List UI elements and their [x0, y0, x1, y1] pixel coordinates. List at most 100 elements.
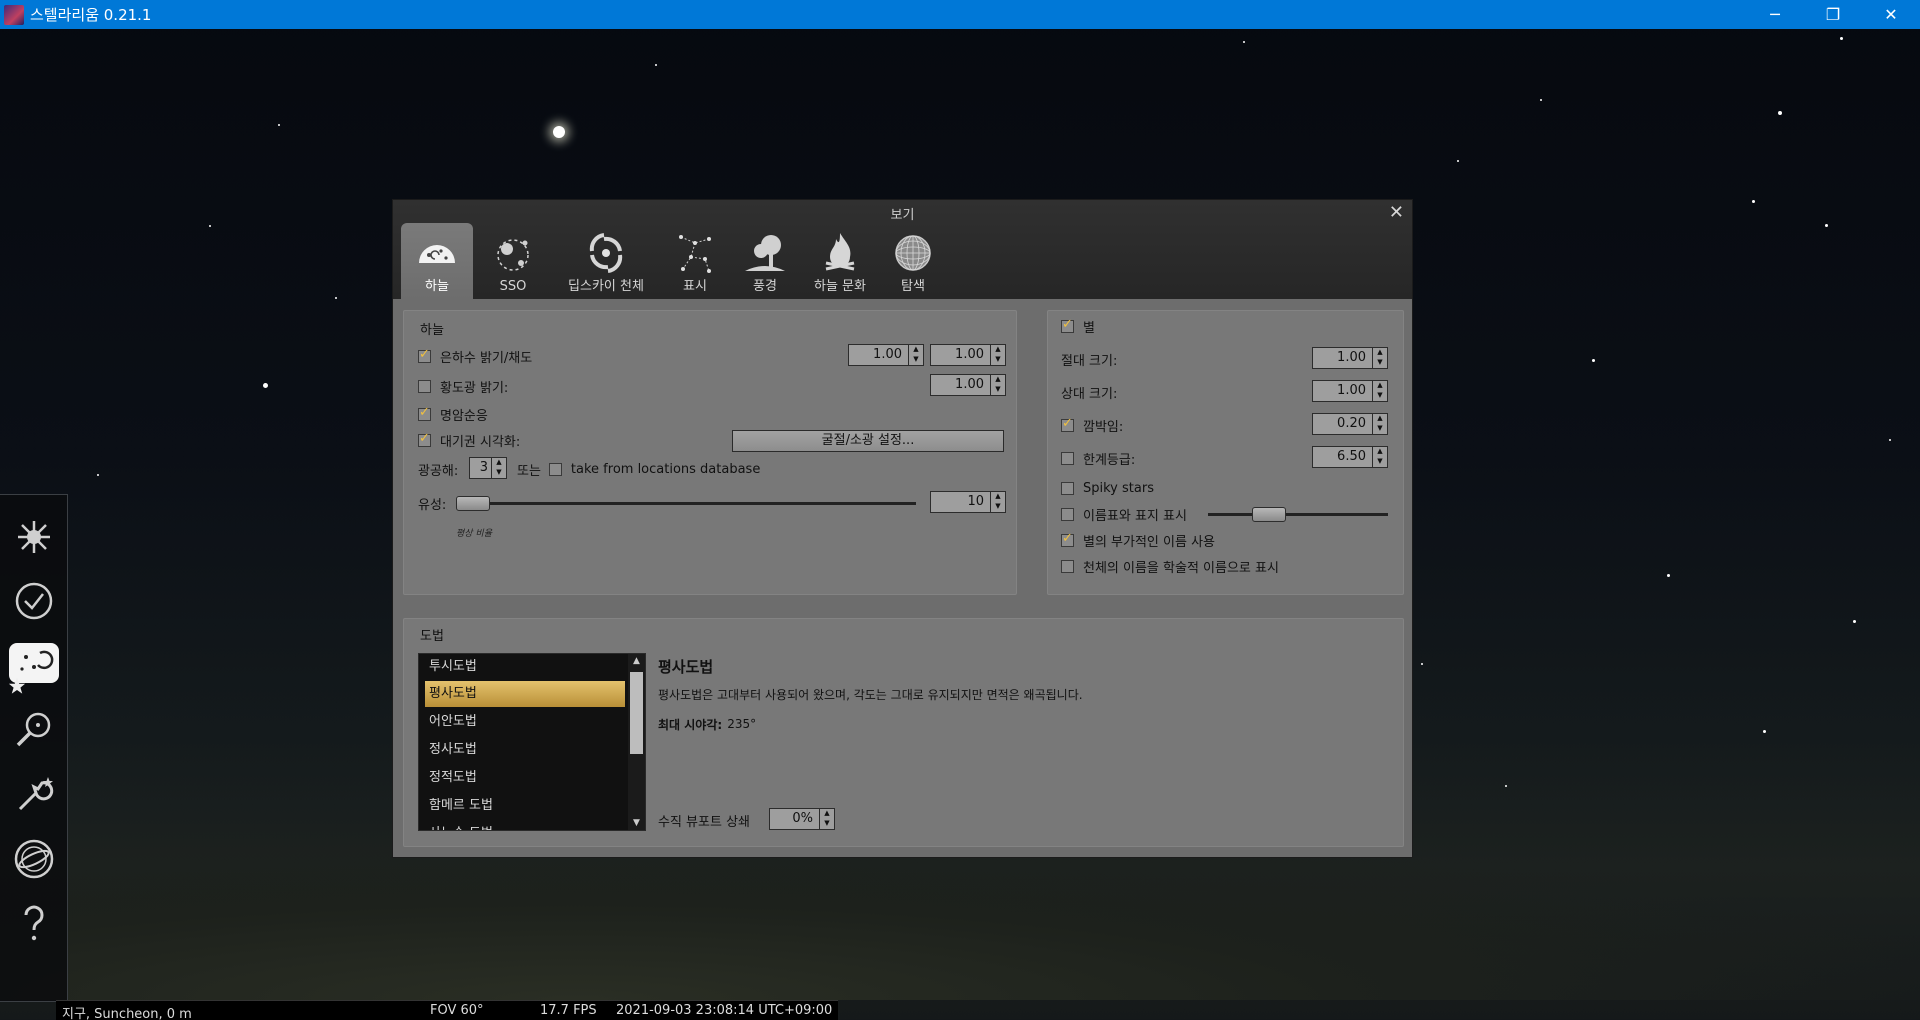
star[interactable] — [1457, 160, 1459, 162]
milky-way-brightness-spinbox[interactable]: 1.00 ▲ ▼ — [848, 344, 924, 366]
minimize-button[interactable]: ─ — [1746, 0, 1804, 29]
spin-up-icon[interactable]: ▲ — [1373, 381, 1387, 391]
star[interactable] — [1763, 730, 1766, 733]
list-item[interactable]: 사뉴손 도법 — [425, 821, 625, 830]
light-pollution-db-checkbox[interactable] — [548, 462, 562, 476]
scrollbar-thumb[interactable] — [630, 672, 643, 754]
absolute-scale-spinbox[interactable]: 1.00 ▲ ▼ — [1312, 347, 1388, 369]
spin-down-icon[interactable]: ▼ — [991, 355, 1005, 365]
configuration-window-button[interactable] — [8, 769, 60, 821]
spin-up-icon[interactable]: ▲ — [991, 492, 1005, 502]
location-status[interactable]: 지구, Suncheon, 0 m — [62, 1003, 192, 1020]
star[interactable] — [278, 124, 280, 126]
scroll-down-icon[interactable]: ▼ — [628, 818, 645, 828]
spin-up-icon[interactable]: ▲ — [991, 345, 1005, 355]
meteor-slider-handle[interactable] — [456, 496, 490, 511]
atmosphere-checkbox[interactable] — [418, 431, 431, 447]
star-labels-slider-handle[interactable] — [1252, 507, 1286, 522]
dark-adapt-checkbox[interactable] — [418, 405, 431, 421]
star[interactable] — [1778, 111, 1782, 115]
star-labels-checkbox[interactable] — [1061, 507, 1074, 521]
dialog-close-button[interactable]: ✕ — [1389, 202, 1404, 223]
spin-down-icon[interactable]: ▼ — [820, 819, 834, 829]
date-time-window-button[interactable] — [8, 575, 60, 627]
scientific-names-checkbox[interactable] — [1061, 559, 1074, 573]
spin-up-icon[interactable]: ▲ — [1373, 348, 1387, 358]
additional-names-checkbox[interactable] — [1061, 531, 1074, 547]
spin-down-icon[interactable]: ▼ — [1373, 457, 1387, 467]
spin-up-icon[interactable]: ▲ — [991, 375, 1005, 385]
milky-way-checkbox[interactable] — [418, 347, 431, 363]
spin-down-icon[interactable]: ▼ — [492, 468, 506, 478]
spin-up-icon[interactable]: ▲ — [820, 809, 834, 819]
star[interactable] — [1592, 359, 1595, 362]
stars-checkbox[interactable] — [1061, 317, 1074, 333]
tab-sky-culture[interactable]: 하늘 문화 — [803, 223, 877, 299]
spin-down-icon[interactable]: ▼ — [991, 385, 1005, 395]
refraction-settings-button[interactable]: 굴절/소광 설정... — [732, 430, 1004, 452]
tab-deep-sky[interactable]: 딥스카이 천체 — [551, 223, 661, 299]
tab-sky[interactable]: 하늘 — [401, 223, 473, 299]
location-window-button[interactable] — [8, 511, 60, 563]
list-item[interactable]: 투시도법 — [425, 654, 625, 680]
list-item[interactable]: 함메르 도법 — [425, 793, 625, 819]
star[interactable] — [1243, 41, 1245, 43]
spin-down-icon[interactable]: ▼ — [1373, 358, 1387, 368]
astro-calc-window-button[interactable] — [8, 833, 60, 885]
star[interactable] — [209, 225, 211, 227]
star[interactable] — [1825, 224, 1828, 227]
bright-star[interactable] — [553, 126, 565, 138]
search-window-button[interactable] — [8, 703, 60, 755]
projection-list-scrollbar[interactable]: ▲ ▼ — [628, 654, 645, 830]
light-pollution-spinbox[interactable]: 3 ▲ ▼ — [469, 457, 507, 479]
list-item[interactable]: 정적도법 — [425, 765, 625, 791]
viewport-offset-spinbox[interactable]: 0% ▲ ▼ — [769, 808, 835, 830]
meteor-spinbox[interactable]: 10 ▲ ▼ — [930, 491, 1006, 513]
spin-down-icon[interactable]: ▼ — [1373, 424, 1387, 434]
spin-up-icon[interactable]: ▲ — [909, 345, 923, 355]
star[interactable] — [263, 383, 268, 388]
star[interactable] — [1752, 200, 1755, 203]
star[interactable] — [1421, 663, 1423, 665]
twinkle-checkbox[interactable] — [1061, 416, 1074, 432]
star[interactable] — [1889, 439, 1891, 441]
tab-markings[interactable]: 표시 — [663, 223, 727, 299]
star[interactable] — [97, 474, 99, 476]
star[interactable] — [1540, 99, 1542, 101]
zodiacal-spinbox[interactable]: 1.00 ▲ ▼ — [930, 374, 1006, 396]
help-window-button[interactable] — [8, 897, 60, 949]
spin-up-icon[interactable]: ▲ — [492, 458, 506, 468]
spin-up-icon[interactable]: ▲ — [1373, 447, 1387, 457]
star[interactable] — [1840, 37, 1843, 40]
list-item[interactable]: 어안도법 — [425, 709, 625, 735]
spiky-stars-checkbox[interactable] — [1061, 481, 1074, 495]
list-item[interactable]: 정사도법 — [425, 737, 625, 763]
tab-landscape[interactable]: 풍경 — [729, 223, 801, 299]
limit-magnitude-spinbox[interactable]: 6.50 ▲ ▼ — [1312, 446, 1388, 468]
limit-magnitude-checkbox[interactable] — [1061, 451, 1074, 465]
list-item-selected[interactable]: 평사도법 — [425, 681, 625, 707]
star[interactable] — [1853, 620, 1856, 623]
spin-down-icon[interactable]: ▼ — [909, 355, 923, 365]
projection-list[interactable]: 투시도법 평사도법 어안도법 정사도법 정적도법 함메르 도법 사뉴손 도법 ▲… — [418, 653, 646, 831]
zodiacal-checkbox[interactable] — [418, 379, 431, 393]
maximize-button[interactable]: ❐ — [1804, 0, 1862, 29]
spin-down-icon[interactable]: ▼ — [1373, 391, 1387, 401]
tab-survey[interactable]: 탐색 — [881, 223, 945, 299]
relative-scale-spinbox[interactable]: 1.00 ▲ ▼ — [1312, 380, 1388, 402]
spin-down-icon[interactable]: ▼ — [991, 502, 1005, 512]
milky-way-saturation-spinbox[interactable]: 1.00 ▲ ▼ — [930, 344, 1006, 366]
star[interactable] — [335, 297, 337, 299]
star-labels-slider-track[interactable] — [1208, 513, 1388, 516]
star[interactable] — [1505, 785, 1507, 787]
star[interactable] — [655, 64, 657, 66]
twinkle-spinbox[interactable]: 0.20 ▲ ▼ — [1312, 413, 1388, 435]
light-pollution-db-row: 또는 take from locations database — [517, 460, 760, 479]
tab-sso[interactable]: SSO — [477, 223, 549, 299]
datetime-status[interactable]: 2021-09-03 23:08:14 UTC+09:00 — [616, 1003, 832, 1018]
spin-up-icon[interactable]: ▲ — [1373, 414, 1387, 424]
meteor-slider-track[interactable] — [456, 502, 916, 505]
close-window-button[interactable]: ✕ — [1862, 0, 1920, 29]
scroll-up-icon[interactable]: ▲ — [628, 656, 645, 666]
star[interactable] — [1667, 574, 1670, 577]
